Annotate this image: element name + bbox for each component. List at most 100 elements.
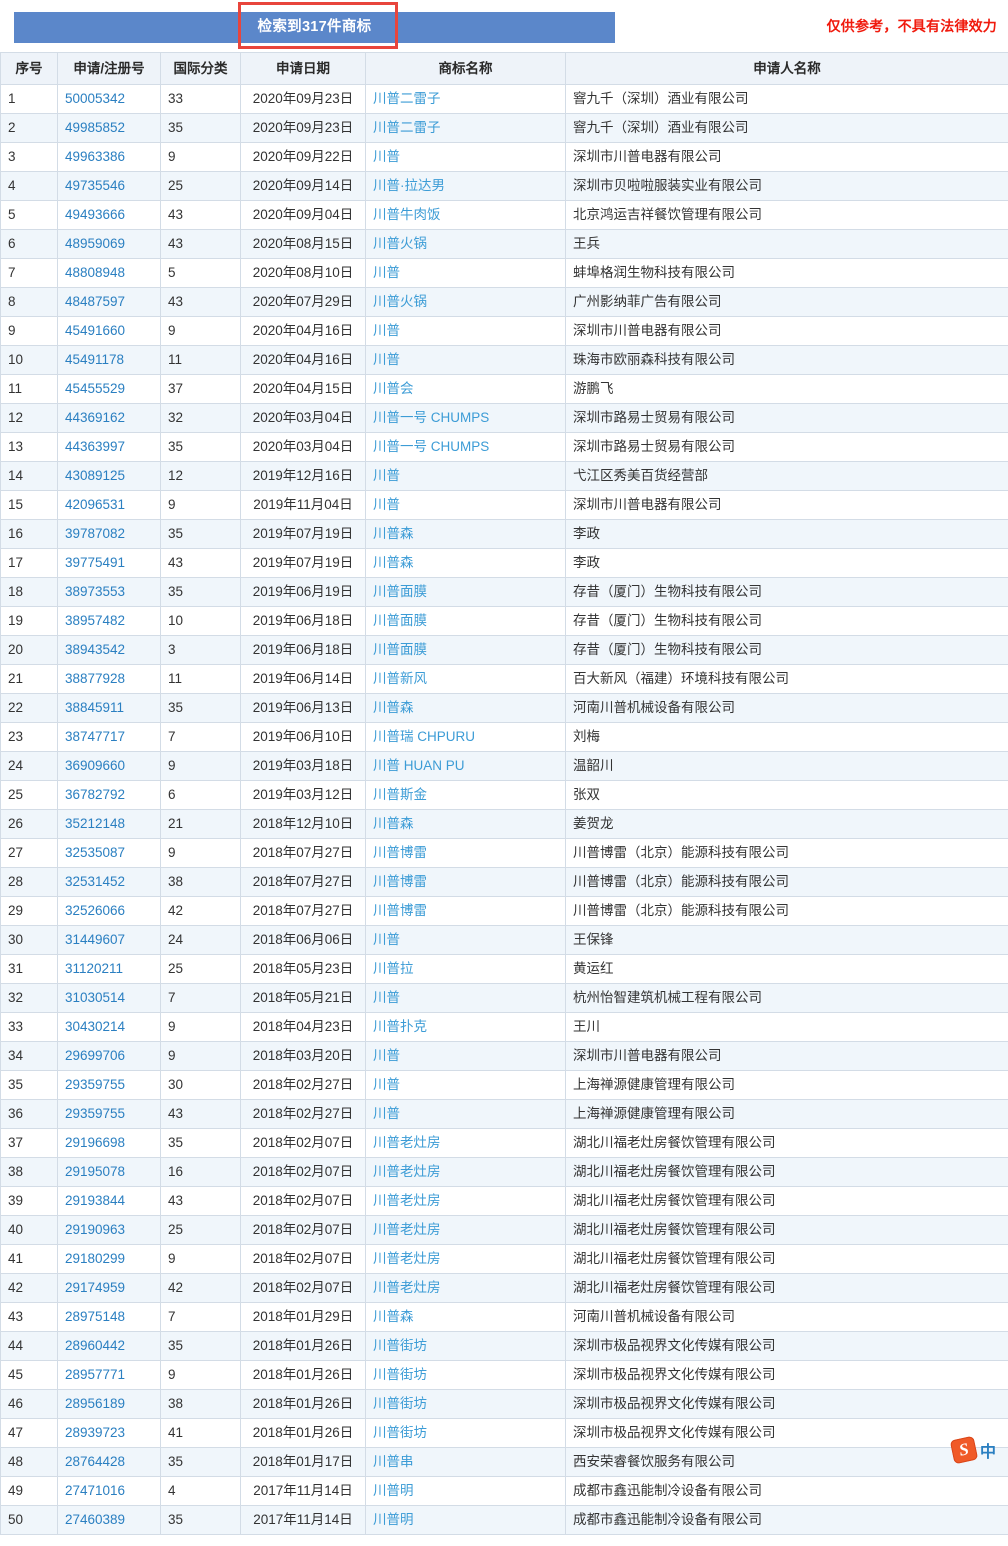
cell-trademark-name[interactable]: 川普串 (365, 1447, 566, 1477)
cell-application-number[interactable]: 50005342 (57, 84, 161, 114)
cell-application-number[interactable]: 36909660 (57, 751, 161, 781)
cell-application-number[interactable]: 48959069 (57, 229, 161, 259)
cell-trademark-name[interactable]: 川普街坊 (365, 1331, 566, 1361)
cell-trademark-name[interactable]: 川普面膜 (365, 606, 566, 636)
cell-trademark-name[interactable]: 川普 (365, 461, 566, 491)
cell-application-number[interactable]: 49493666 (57, 200, 161, 230)
cell-trademark-name[interactable]: 川普老灶房 (365, 1157, 566, 1187)
cell-application-number[interactable]: 42096531 (57, 490, 161, 520)
cell-trademark-name[interactable]: 川普森 (365, 693, 566, 723)
cell-trademark-name[interactable]: 川普面膜 (365, 635, 566, 665)
cell-trademark-name[interactable]: 川普街坊 (365, 1360, 566, 1390)
cell-application-number[interactable]: 44363997 (57, 432, 161, 462)
cell-application-number[interactable]: 28764428 (57, 1447, 161, 1477)
cell-application-number[interactable]: 38943542 (57, 635, 161, 665)
cell-trademark-name[interactable]: 川普新风 (365, 664, 566, 694)
cell-application-number[interactable]: 45491178 (57, 345, 161, 375)
cell-trademark-name[interactable]: 川普 (365, 925, 566, 955)
cell-application-number[interactable]: 49735546 (57, 171, 161, 201)
cell-trademark-name[interactable]: 川普明 (365, 1505, 566, 1535)
cell-application-number[interactable]: 31449607 (57, 925, 161, 955)
cell-trademark-name[interactable]: 川普森 (365, 1302, 566, 1332)
cell-application-number[interactable]: 45491660 (57, 316, 161, 346)
cell-application-number[interactable]: 32535087 (57, 838, 161, 868)
cell-trademark-name[interactable]: 川普一号 CHUMPS (365, 432, 566, 462)
cell-trademark-name[interactable]: 川普 (365, 345, 566, 375)
cell-application-number[interactable]: 38747717 (57, 722, 161, 752)
cell-application-number[interactable]: 36782792 (57, 780, 161, 810)
cell-trademark-name[interactable]: 川普老灶房 (365, 1273, 566, 1303)
cell-application-number[interactable]: 31030514 (57, 983, 161, 1013)
cell-trademark-name[interactable]: 川普老灶房 (365, 1128, 566, 1158)
cell-application-number[interactable]: 29195078 (57, 1157, 161, 1187)
cell-trademark-name[interactable]: 川普拉 (365, 954, 566, 984)
cell-trademark-name[interactable]: 川普街坊 (365, 1418, 566, 1448)
cell-application-number[interactable]: 28939723 (57, 1418, 161, 1448)
cell-application-number[interactable]: 44369162 (57, 403, 161, 433)
cell-trademark-name[interactable]: 川普二雷子 (365, 84, 566, 114)
cell-trademark-name[interactable]: 川普 (365, 142, 566, 172)
cell-application-number[interactable]: 49985852 (57, 113, 161, 143)
cell-trademark-name[interactable]: 川普斯金 (365, 780, 566, 810)
cell-application-number[interactable]: 28975148 (57, 1302, 161, 1332)
cell-application-number[interactable]: 48487597 (57, 287, 161, 317)
cell-trademark-name[interactable]: 川普牛肉饭 (365, 200, 566, 230)
cell-application-number[interactable]: 45455529 (57, 374, 161, 404)
cell-trademark-name[interactable]: 川普街坊 (365, 1389, 566, 1419)
cell-application-number[interactable]: 38877928 (57, 664, 161, 694)
cell-trademark-name[interactable]: 川普森 (365, 519, 566, 549)
cell-application-number[interactable]: 43089125 (57, 461, 161, 491)
cell-application-number[interactable]: 32531452 (57, 867, 161, 897)
cell-application-number[interactable]: 38957482 (57, 606, 161, 636)
cell-application-number[interactable]: 28956189 (57, 1389, 161, 1419)
cell-trademark-name[interactable]: 川普老灶房 (365, 1186, 566, 1216)
cell-application-number[interactable]: 28960442 (57, 1331, 161, 1361)
cell-application-number[interactable]: 35212148 (57, 809, 161, 839)
cell-trademark-name[interactable]: 川普 HUAN PU (365, 751, 566, 781)
cell-application-number[interactable]: 29359755 (57, 1099, 161, 1129)
cell-application-number[interactable]: 30430214 (57, 1012, 161, 1042)
cell-trademark-name[interactable]: 川普火锅 (365, 229, 566, 259)
cell-trademark-name[interactable]: 川普明 (365, 1476, 566, 1506)
cell-application-number[interactable]: 38973553 (57, 577, 161, 607)
cell-trademark-name[interactable]: 川普老灶房 (365, 1244, 566, 1274)
cell-trademark-name[interactable]: 川普二雷子 (365, 113, 566, 143)
cell-trademark-name[interactable]: 川普博雷 (365, 867, 566, 897)
cell-application-number[interactable]: 48808948 (57, 258, 161, 288)
cell-application-number[interactable]: 29196698 (57, 1128, 161, 1158)
cell-application-number[interactable]: 28957771 (57, 1360, 161, 1390)
cell-trademark-name[interactable]: 川普 (365, 258, 566, 288)
cell-application-number[interactable]: 39775491 (57, 548, 161, 578)
cell-application-number[interactable]: 49963386 (57, 142, 161, 172)
cell-trademark-name[interactable]: 川普 (365, 1070, 566, 1100)
cell-trademark-name[interactable]: 川普火锅 (365, 287, 566, 317)
cell-trademark-name[interactable]: 川普森 (365, 548, 566, 578)
cell-application-number[interactable]: 29174959 (57, 1273, 161, 1303)
cell-application-number[interactable]: 27460389 (57, 1505, 161, 1535)
cell-application-number[interactable]: 29699706 (57, 1041, 161, 1071)
cell-trademark-name[interactable]: 川普·拉达男 (365, 171, 566, 201)
cell-trademark-name[interactable]: 川普老灶房 (365, 1215, 566, 1245)
cell-trademark-name[interactable]: 川普一号 CHUMPS (365, 403, 566, 433)
cell-trademark-name[interactable]: 川普 (365, 490, 566, 520)
cell-application-number[interactable]: 32526066 (57, 896, 161, 926)
cell-application-number[interactable]: 29190963 (57, 1215, 161, 1245)
cell-trademark-name[interactable]: 川普博雷 (365, 838, 566, 868)
cell-trademark-name[interactable]: 川普瑞 CHPURU (365, 722, 566, 752)
cell-application-number[interactable]: 29359755 (57, 1070, 161, 1100)
cell-application-number[interactable]: 31120211 (57, 954, 161, 984)
cell-trademark-name[interactable]: 川普博雷 (365, 896, 566, 926)
cell-application-number[interactable]: 27471016 (57, 1476, 161, 1506)
cell-trademark-name[interactable]: 川普 (365, 1099, 566, 1129)
cell-application-number[interactable]: 39787082 (57, 519, 161, 549)
cell-trademark-name[interactable]: 川普面膜 (365, 577, 566, 607)
cell-trademark-name[interactable]: 川普扑克 (365, 1012, 566, 1042)
cell-trademark-name[interactable]: 川普森 (365, 809, 566, 839)
cell-trademark-name[interactable]: 川普 (365, 316, 566, 346)
cell-trademark-name[interactable]: 川普 (365, 1041, 566, 1071)
cell-application-number[interactable]: 38845911 (57, 693, 161, 723)
cell-trademark-name[interactable]: 川普会 (365, 374, 566, 404)
cell-application-number[interactable]: 29193844 (57, 1186, 161, 1216)
cell-application-number[interactable]: 29180299 (57, 1244, 161, 1274)
cell-trademark-name[interactable]: 川普 (365, 983, 566, 1013)
